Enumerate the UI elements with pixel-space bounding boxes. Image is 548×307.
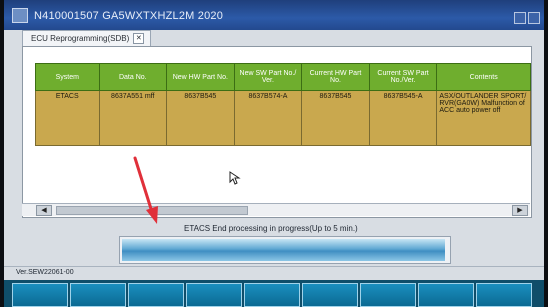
function-button-2[interactable] (70, 283, 126, 307)
function-button-3[interactable] (128, 283, 184, 307)
function-button-7[interactable] (360, 283, 416, 307)
version-label: Ver.SEW22061-00 (16, 269, 74, 276)
red-arrow-annotation (133, 156, 158, 224)
version-bar: Ver.SEW22061-00 (4, 266, 544, 279)
function-button-8[interactable] (418, 283, 474, 307)
function-button-4[interactable] (186, 283, 242, 307)
bottom-button-bar (4, 280, 544, 307)
function-button-5[interactable] (244, 283, 300, 307)
function-button-6[interactable] (302, 283, 358, 307)
function-button-9[interactable] (476, 283, 532, 307)
function-button-1[interactable] (12, 283, 68, 307)
screen: N410001507 GA5WXTXHZL2M 2020 ECU Reprogr… (4, 0, 544, 307)
